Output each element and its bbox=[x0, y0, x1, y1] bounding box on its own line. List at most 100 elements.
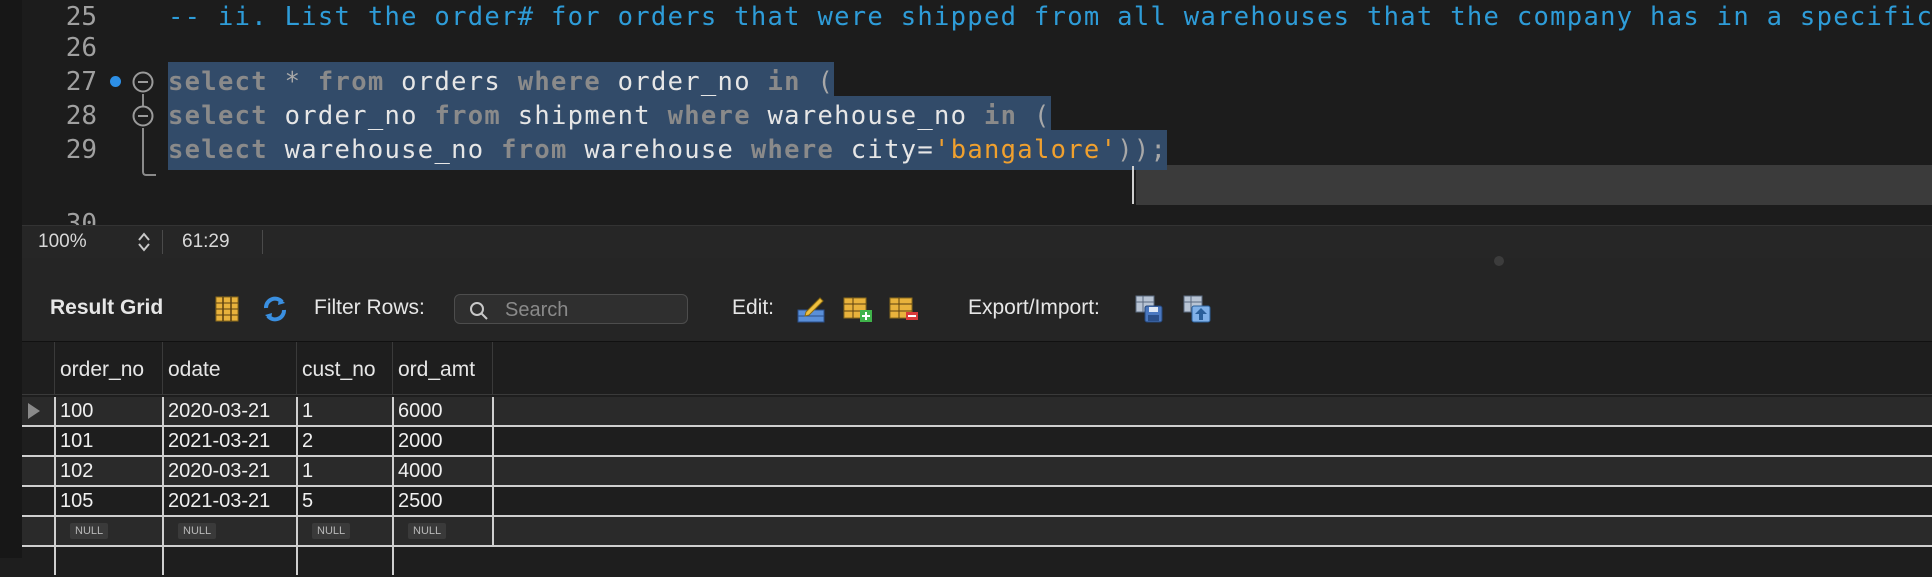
sql-keyword: from bbox=[434, 101, 502, 131]
line-number: 30 bbox=[65, 209, 97, 225]
table-cell[interactable]: 2 bbox=[296, 427, 392, 455]
table-cell[interactable]: 2000 bbox=[392, 427, 492, 455]
zoom-level[interactable]: 100% bbox=[38, 226, 87, 258]
table-cell[interactable]: 1 bbox=[296, 457, 392, 485]
sql-identifier: shipment bbox=[501, 101, 668, 131]
sql-keyword: from bbox=[501, 135, 568, 165]
table-cell-spacer bbox=[492, 397, 1932, 425]
current-row-pointer-icon bbox=[28, 403, 40, 419]
table-cell[interactable]: 2020-03-21 bbox=[162, 397, 296, 425]
status-divider bbox=[262, 230, 263, 254]
delete-row-icon[interactable] bbox=[888, 294, 918, 324]
grid-header-row: order_no odate cust_no ord_amt bbox=[22, 342, 1932, 395]
column-header[interactable]: ord_amt bbox=[392, 342, 492, 394]
table-row-empty bbox=[22, 547, 1932, 577]
table-cell[interactable]: 2021-03-21 bbox=[162, 487, 296, 515]
fold-collapse-icon[interactable] bbox=[132, 71, 154, 93]
table-cell-spacer bbox=[492, 487, 1932, 515]
null-badge: NULL bbox=[408, 523, 447, 539]
insert-row-icon[interactable] bbox=[842, 294, 872, 324]
sql-identifier: warehouse bbox=[567, 135, 751, 165]
filter-search-box[interactable] bbox=[454, 294, 688, 324]
table-cell bbox=[296, 547, 392, 575]
sql-keyword: in bbox=[984, 101, 1018, 131]
line-number: 29 bbox=[65, 135, 97, 165]
sql-token: * bbox=[267, 67, 318, 97]
sql-identifier: city= bbox=[834, 135, 935, 165]
table-row[interactable]: 102 2020-03-21 1 4000 bbox=[22, 457, 1932, 487]
table-cell bbox=[392, 547, 492, 575]
statement-marker-icon bbox=[110, 76, 121, 87]
edit-row-icon[interactable] bbox=[796, 294, 826, 324]
sql-identifier: order_no bbox=[600, 67, 768, 97]
search-input[interactable] bbox=[503, 297, 683, 323]
table-row[interactable]: 105 2021-03-21 5 2500 bbox=[22, 487, 1932, 517]
table-cell[interactable]: 2500 bbox=[392, 487, 492, 515]
column-header[interactable]: order_no bbox=[54, 342, 162, 394]
table-cell[interactable]: 5 bbox=[296, 487, 392, 515]
table-cell[interactable]: 105 bbox=[54, 487, 162, 515]
table-cell bbox=[54, 547, 162, 575]
column-header[interactable]: cust_no bbox=[296, 342, 392, 394]
sql-string: 'bangalore' bbox=[934, 135, 1118, 165]
table-row[interactable]: 101 2021-03-21 2 2000 bbox=[22, 427, 1932, 457]
sql-keyword: where bbox=[667, 101, 751, 131]
table-cell[interactable]: NULL bbox=[162, 517, 296, 545]
editor-status-bar: 100% 61:29 bbox=[22, 225, 1932, 258]
fold-collapse-icon[interactable] bbox=[132, 105, 154, 127]
table-cell[interactable]: 102 bbox=[54, 457, 162, 485]
zoom-stepper-icon[interactable] bbox=[134, 229, 154, 255]
cursor-position: 61:29 bbox=[182, 231, 230, 252]
sql-identifier: order_no bbox=[267, 101, 435, 131]
result-grid[interactable]: order_no odate cust_no ord_amt 100 2020-… bbox=[22, 342, 1932, 577]
table-cell[interactable]: 101 bbox=[54, 427, 162, 455]
sql-keyword: where bbox=[517, 67, 601, 97]
refresh-icon[interactable] bbox=[260, 294, 290, 324]
text-caret bbox=[1132, 166, 1134, 204]
import-icon[interactable] bbox=[1182, 294, 1212, 324]
table-cell[interactable]: 6000 bbox=[392, 397, 492, 425]
current-line-highlight bbox=[1136, 165, 1932, 205]
column-header-spacer bbox=[492, 342, 1932, 394]
sql-token: ( bbox=[1017, 101, 1051, 131]
table-row[interactable]: 100 2020-03-21 1 6000 bbox=[22, 397, 1932, 427]
result-toolbar: Result Grid Filter Rows: Edit: bbox=[22, 256, 1932, 342]
table-cell bbox=[162, 547, 296, 575]
column-header[interactable]: odate bbox=[162, 342, 296, 394]
table-cell-spacer bbox=[492, 427, 1932, 455]
code-line-30[interactable]: 30 bbox=[22, 204, 1932, 225]
export-icon[interactable] bbox=[1134, 294, 1164, 324]
left-gutter-strip bbox=[0, 0, 22, 558]
sql-keyword: select bbox=[168, 101, 268, 131]
table-cell-spacer bbox=[492, 517, 1932, 545]
status-divider bbox=[162, 230, 163, 254]
sql-editor[interactable]: 25 -- ii. List the order# for orders tha… bbox=[22, 0, 1932, 225]
table-row-new[interactable]: NULL NULL NULL NULL bbox=[22, 517, 1932, 547]
null-badge: NULL bbox=[70, 523, 109, 539]
sql-identifier: orders bbox=[384, 67, 518, 97]
sql-identifier: warehouse_no bbox=[750, 101, 984, 131]
table-cell-spacer bbox=[492, 457, 1932, 485]
resize-handle[interactable] bbox=[1494, 256, 1504, 266]
sql-keyword: select bbox=[168, 135, 268, 165]
code-line-29[interactable]: 29 select warehouse_no from warehouse wh… bbox=[22, 130, 1932, 170]
sql-keyword: select bbox=[168, 67, 268, 97]
search-icon bbox=[470, 302, 488, 320]
table-cell[interactable]: 4000 bbox=[392, 457, 492, 485]
sql-token: ( bbox=[800, 67, 835, 97]
table-cell[interactable]: 1 bbox=[296, 397, 392, 425]
null-badge: NULL bbox=[312, 523, 351, 539]
sql-statement-line: select warehouse_no from warehouse where… bbox=[168, 130, 1168, 170]
table-cell[interactable]: 2020-03-21 bbox=[162, 457, 296, 485]
grid-view-icon[interactable] bbox=[212, 294, 242, 324]
sql-identifier: warehouse_no bbox=[267, 135, 502, 165]
table-cell[interactable]: NULL bbox=[296, 517, 392, 545]
table-cell[interactable]: NULL bbox=[392, 517, 492, 545]
table-cell[interactable]: 100 bbox=[54, 397, 162, 425]
null-badge: NULL bbox=[178, 523, 217, 539]
table-cell[interactable]: 2021-03-21 bbox=[162, 427, 296, 455]
sql-keyword: where bbox=[750, 135, 835, 165]
table-cell[interactable]: NULL bbox=[54, 517, 162, 545]
sql-keyword: in bbox=[767, 67, 801, 97]
sql-keyword: from bbox=[317, 67, 385, 97]
